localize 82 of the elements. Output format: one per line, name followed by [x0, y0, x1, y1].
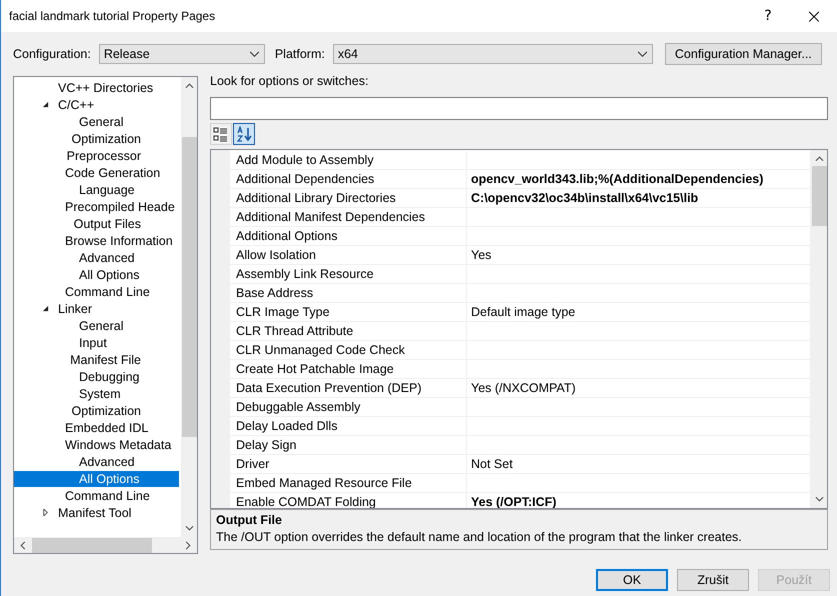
scrollbar[interactable] — [810, 150, 827, 508]
configuration-dropdown[interactable]: Release — [98, 44, 265, 64]
search-field[interactable] — [210, 97, 828, 120]
dialog-button[interactable]: OK — [596, 569, 668, 591]
expanded-triangle-icon[interactable] — [42, 305, 49, 312]
property-value[interactable]: C:\opencv32\oc34b\install\x64\vc15\lib — [467, 191, 698, 205]
tree-item[interactable]: System — [76, 386, 161, 402]
property-name[interactable]: Data Execution Prevention (DEP) — [230, 379, 467, 397]
tree-item[interactable]: Windows Metadata — [62, 436, 181, 452]
property-name[interactable]: Additional Library Directories — [230, 189, 467, 207]
property-name[interactable]: Delay Loaded Dlls — [230, 417, 467, 435]
property-name[interactable]: Add Module to Assembly — [230, 151, 467, 169]
tree-item[interactable]: Optimization — [68, 402, 181, 418]
scroll-right-icon[interactable] — [185, 540, 191, 550]
tree-item[interactable]: Input — [76, 334, 147, 350]
tree-item[interactable]: Advanced — [76, 454, 175, 470]
tree-item[interactable]: Command Line — [62, 284, 181, 300]
chevron-down-icon — [248, 50, 260, 58]
scroll-down-icon[interactable] — [184, 525, 194, 531]
search-label: Look for options or switches: — [210, 74, 370, 90]
categorized-view-button[interactable] — [210, 123, 232, 145]
collapsed-triangle-icon[interactable] — [42, 509, 49, 516]
property-name[interactable]: Additional Options — [230, 227, 467, 245]
scroll-thumb[interactable] — [32, 538, 152, 552]
dialog-button: Použít — [758, 569, 830, 591]
tree-item[interactable]: Code Generation — [62, 164, 181, 180]
property-value[interactable]: opencv_world343.lib;%(AdditionalDependencies) — [467, 172, 764, 186]
dialog-button[interactable]: Zrušit — [677, 569, 749, 591]
window-title: facial landmark tutorial Property Pages — [9, 9, 216, 23]
property-value[interactable]: Yes — [467, 248, 492, 262]
scroll-down-icon[interactable] — [814, 496, 824, 502]
scroll-up-icon[interactable] — [184, 83, 194, 89]
property-value[interactable]: Not Set — [467, 457, 513, 471]
tree-item[interactable]: Command Line — [62, 488, 181, 504]
tree-item[interactable]: Output Files — [70, 216, 181, 232]
tree-item[interactable]: Debugging — [76, 368, 180, 384]
tree-item[interactable]: C/C++ — [55, 96, 98, 112]
tree-item[interactable]: Manifest Tool — [55, 504, 134, 520]
scroll-left-icon[interactable] — [20, 540, 26, 550]
tree-item[interactable]: Language — [76, 182, 175, 198]
scrollbar[interactable] — [14, 537, 197, 553]
property-value[interactable]: Default image type — [467, 305, 576, 319]
platform-label: Platform: — [274, 47, 325, 61]
platform-dropdown[interactable]: x64 — [332, 44, 653, 64]
tree-item[interactable]: Browse Information — [62, 232, 181, 248]
tree-item[interactable]: Preprocessor — [64, 148, 181, 164]
tree-item[interactable]: Optimization — [68, 130, 181, 146]
scroll-thumb[interactable] — [182, 137, 196, 437]
chevron-down-icon — [636, 50, 648, 58]
property-name[interactable]: Additional Dependencies — [230, 170, 467, 188]
tree-item[interactable]: Precompiled Heade — [62, 198, 181, 214]
property-name[interactable]: Embed Managed Resource File — [230, 474, 467, 492]
tree-item[interactable]: All Options — [14, 470, 180, 486]
expanded-triangle-icon[interactable] — [42, 101, 49, 108]
scroll-up-icon[interactable] — [814, 156, 824, 162]
property-name[interactable]: CLR Thread Attribute — [230, 322, 467, 340]
property-name[interactable]: CLR Image Type — [230, 303, 467, 321]
property-name[interactable]: CLR Unmanaged Code Check — [230, 341, 467, 359]
description-title: Output File — [216, 513, 283, 527]
property-value[interactable]: Yes (/NXCOMPAT) — [467, 381, 576, 395]
configuration-label: Configuration: — [13, 47, 91, 61]
property-name[interactable]: Assembly Link Resource — [230, 265, 467, 283]
property-name[interactable]: Driver — [230, 455, 467, 473]
tree-item[interactable]: VC++ Directories — [55, 80, 156, 96]
tree-item[interactable]: Manifest File — [67, 352, 181, 368]
property-name[interactable]: Create Hot Patchable Image — [230, 360, 467, 378]
property-name[interactable]: Base Address — [230, 284, 467, 302]
tree-item[interactable]: General — [76, 318, 164, 334]
property-name[interactable]: Delay Sign — [230, 436, 467, 454]
tree-item[interactable]: Linker — [55, 300, 96, 316]
property-name[interactable]: Allow Isolation — [230, 246, 467, 264]
configuration-manager-button[interactable]: Configuration Manager... — [664, 43, 822, 65]
scroll-thumb[interactable] — [812, 166, 826, 226]
tree-item[interactable]: Advanced — [76, 250, 175, 266]
property-name[interactable]: Additional Manifest Dependencies — [230, 208, 467, 226]
alphabetical-view-button[interactable] — [233, 123, 255, 145]
property-name[interactable]: Debuggable Assembly — [230, 398, 467, 416]
tree-item[interactable]: Embedded IDL — [62, 420, 181, 436]
tree-item[interactable]: General — [76, 114, 164, 130]
description-text: The /OUT option overrides the default name and location of the program that the linker creates. — [216, 530, 743, 544]
tree-item[interactable]: All Options — [76, 266, 180, 282]
scrollbar[interactable] — [181, 77, 197, 537]
